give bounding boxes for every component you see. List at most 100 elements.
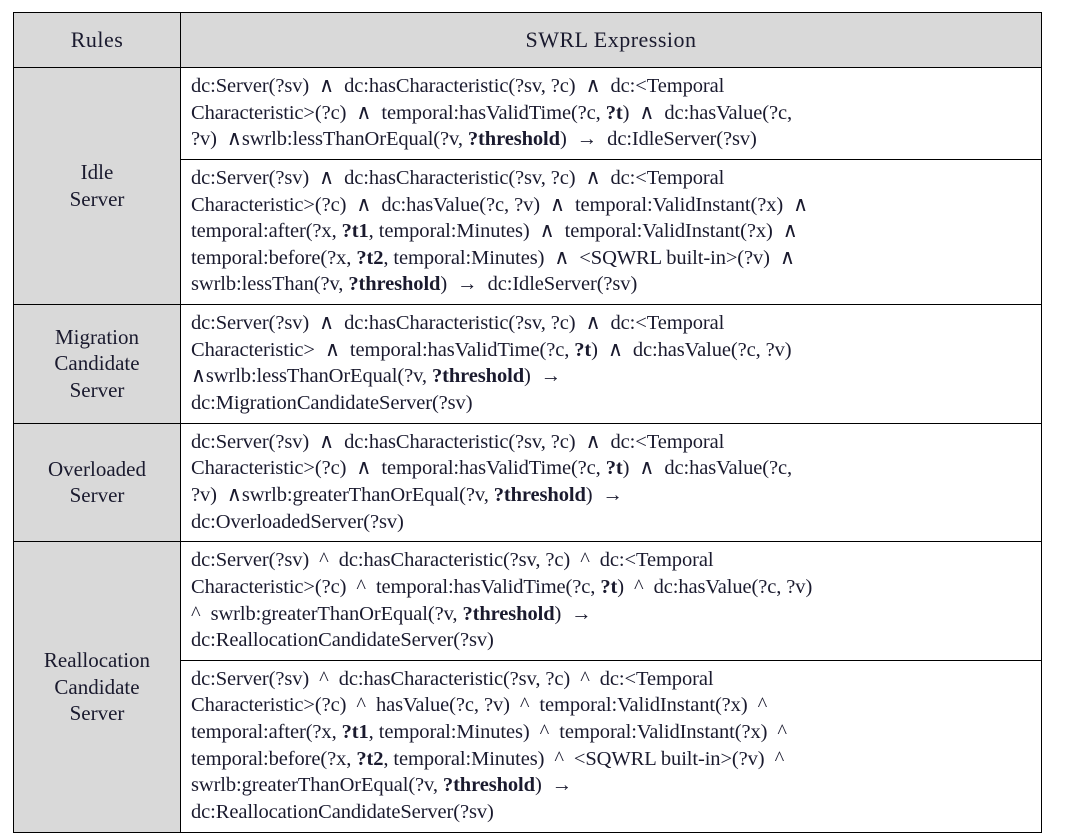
rule-name-cell: Reallocation Candidate Server: [13, 541, 181, 833]
swrl-expression-cell: dc:Server(?sv) ∧ dc:hasCharacteristic(?s…: [180, 67, 1042, 160]
expression-text: dc:Server(?sv) ∧ dc:hasCharacteristic(?s…: [191, 75, 725, 97]
rule-name-cell: Overloaded Server: [13, 422, 181, 543]
expression-text: ) →: [554, 602, 592, 625]
table-row: Idle Server dc:Server(?sv) ∧ dc:hasCharac…: [13, 66, 1042, 306]
expression-text: ?v) ∧swrlb:greaterThanOrEqual(?v,: [191, 483, 494, 506]
expression-text: Characteristic>(?c) ∧ temporal:hasValidT…: [191, 101, 606, 124]
expression-text: ) → dc:IdleServer(?sv): [440, 273, 638, 296]
table-row: Overloaded Server dc:Server(?sv) ∧ dc:has…: [13, 422, 1042, 543]
expression-text: ) → dc:IdleServer(?sv): [559, 128, 757, 151]
expression-text: Characteristic> ∧ temporal:hasValidTime(…: [191, 338, 575, 361]
rule-name-cell: Migration Candidate Server: [13, 304, 181, 424]
expression-text: , temporal:Minutes) ^ <SQWRL built-in>(?…: [383, 747, 785, 770]
expression-text: dc:Server(?sv) ∧ dc:hasCharacteristic(?s…: [191, 312, 725, 335]
expression-line: Characteristic> ∧ temporal:hasValidTime(…: [191, 337, 1033, 364]
table-body: Idle Server dc:Server(?sv) ∧ dc:hasCharac…: [13, 66, 1042, 833]
expression-text: dc:Server(?sv) ∧ dc:hasCharacteristic(?s…: [191, 430, 725, 453]
expression-line: Characteristic>(?c) ^ hasValue(?c, ?v) ^…: [191, 692, 1033, 719]
expression-line: dc:Server(?sv) ∧ dc:hasCharacteristic(?s…: [191, 429, 1033, 456]
expression-line: dc:ReallocationCandidateServer(?sv): [191, 799, 1033, 826]
table-head: Rules SWRL Expression: [13, 12, 1042, 68]
expression-line: dc:ReallocationCandidateServer(?sv): [191, 627, 1033, 654]
rule-name-cell: Idle Server: [13, 66, 181, 306]
expression-text: Characteristic>(?c) ∧ temporal:hasValidT…: [191, 457, 606, 480]
expression-text: Characteristic>(?c) ^ temporal:hasValidT…: [191, 575, 601, 598]
swrl-rules-table-container: Rules SWRL Expression Idle Server dc:Serv…: [13, 12, 1042, 833]
expression-text: ) ∧ dc:hasValue(?c,: [622, 101, 793, 124]
table-row: Reallocation Candidate Server dc:Server(?…: [13, 541, 1042, 833]
expression-text: dc:ReallocationCandidateServer(?sv): [191, 801, 494, 824]
expression-text: ^ swrlb:greaterThanOrEqual(?v,: [191, 602, 463, 625]
expression-text: dc:MigrationCandidateServer(?sv): [191, 392, 473, 415]
expression-line: Characteristic>(?c) ∧ temporal:hasValidT…: [191, 455, 1033, 482]
expression-text: , temporal:Minutes) ^ temporal:ValidInst…: [368, 721, 787, 744]
expression-variable: ?t: [605, 457, 623, 480]
column-header-rules: Rules: [13, 12, 181, 68]
expression-text: ) →: [534, 774, 573, 797]
expression-variable: ?threshold: [493, 483, 586, 506]
expression-line: dc:Server(?sv) ^ dc:hasCharacteristic(?s…: [191, 666, 1033, 693]
expression-line: ?v) ∧swrlb:lessThanOrEqual(?v, ?threshol…: [191, 126, 1033, 153]
expression-variable: ?threshold: [462, 602, 555, 625]
expression-text: temporal:before(?x,: [191, 747, 357, 770]
expression-text: temporal:after(?x,: [191, 721, 342, 744]
expression-line: dc:OverloadedServer(?sv): [191, 509, 1033, 536]
expression-variable: ?t2: [356, 747, 384, 770]
expression-variable: ?t1: [341, 721, 369, 744]
column-header-swrl-expression: SWRL Expression: [180, 12, 1042, 68]
expression-text: Characteristic>(?c) ^ hasValue(?c, ?v) ^…: [191, 694, 768, 717]
expression-line: ^ swrlb:greaterThanOrEqual(?v, ?threshol…: [191, 601, 1033, 628]
expression-text: ) ∧ dc:hasValue(?c, ?v): [591, 338, 792, 361]
expression-line: temporal:after(?x, ?t1, temporal:Minutes…: [191, 719, 1033, 746]
swrl-expression-cell: dc:Server(?sv) ∧ dc:hasCharacteristic(?s…: [180, 422, 1042, 543]
swrl-expression-cell: dc:Server(?sv) ∧ dc:hasCharacteristic(?s…: [180, 304, 1042, 424]
swrl-expression-cell: dc:Server(?sv) ^ dc:hasCharacteristic(?s…: [180, 659, 1042, 833]
expression-text: dc:Server(?sv) ∧ dc:hasCharacteristic(?s…: [191, 166, 725, 189]
table-row: Migration Candidate Server dc:Server(?sv)…: [13, 304, 1042, 424]
swrl-rules-table: Rules SWRL Expression Idle Server dc:Serv…: [13, 12, 1042, 833]
expression-line: swrlb:lessThan(?v, ?threshold) → dc:Idle…: [191, 271, 1033, 298]
expression-text: dc:Server(?sv) ^ dc:hasCharacteristic(?s…: [191, 667, 714, 690]
expression-line: temporal:before(?x, ?t2, temporal:Minute…: [191, 746, 1033, 773]
expression-text: dc:Server(?sv) ^ dc:hasCharacteristic(?s…: [191, 549, 714, 572]
expression-text: dc:OverloadedServer(?sv): [191, 510, 404, 533]
expression-line: swrlb:greaterThanOrEqual(?v, ?threshold)…: [191, 772, 1033, 799]
expression-text: temporal:after(?x,: [191, 220, 342, 243]
expression-variable: ?t: [605, 101, 623, 124]
expression-text: ?v) ∧swrlb:lessThanOrEqual(?v,: [191, 128, 468, 151]
expression-text: ) ∧ dc:hasValue(?c,: [622, 457, 793, 480]
expression-text: ) ^ dc:hasValue(?c, ?v): [617, 575, 813, 598]
expression-line: ?v) ∧swrlb:greaterThanOrEqual(?v, ?thres…: [191, 482, 1033, 509]
expression-variable: ?threshold: [467, 128, 560, 151]
expression-text: , temporal:Minutes) ∧ <SQWRL built-in>(?…: [383, 246, 795, 269]
expression-line: dc:Server(?sv) ∧ dc:hasCharacteristic(?s…: [191, 310, 1033, 337]
expression-text: swrlb:greaterThanOrEqual(?v,: [191, 774, 443, 797]
expression-line: ∧swrlb:lessThanOrEqual(?v, ?threshold) →: [191, 363, 1033, 390]
expression-line: dc:Server(?sv) ∧ dc:hasCharacteristic(?s…: [191, 73, 1033, 100]
expression-text: ) →: [524, 365, 562, 388]
expression-variable: ?t1: [341, 220, 369, 243]
expression-text: Characteristic>(?c) ∧ dc:hasValue(?c, ?v…: [191, 193, 809, 216]
expression-text: ) →: [585, 483, 623, 506]
expression-line: dc:Server(?sv) ∧ dc:hasCharacteristic(?s…: [191, 165, 1033, 192]
expression-line: dc:Server(?sv) ^ dc:hasCharacteristic(?s…: [191, 547, 1033, 574]
table-header-row: Rules SWRL Expression: [13, 12, 1042, 68]
expression-variable: ?threshold: [431, 365, 524, 388]
expression-text: , temporal:Minutes) ∧ temporal:ValidInst…: [368, 220, 798, 243]
expression-variable: ?t2: [356, 246, 384, 269]
expression-text: temporal:before(?x,: [191, 246, 357, 269]
expression-line: Characteristic>(?c) ∧ temporal:hasValidT…: [191, 100, 1033, 127]
expression-line: dc:MigrationCandidateServer(?sv): [191, 390, 1033, 417]
expression-line: temporal:before(?x, ?t2, temporal:Minute…: [191, 245, 1033, 272]
expression-text: ∧swrlb:lessThanOrEqual(?v,: [191, 365, 432, 388]
expression-variable: ?threshold: [442, 774, 535, 797]
expression-line: Characteristic>(?c) ^ temporal:hasValidT…: [191, 574, 1033, 601]
swrl-expression-cell: dc:Server(?sv) ^ dc:hasCharacteristic(?s…: [180, 541, 1042, 661]
expression-line: Characteristic>(?c) ∧ dc:hasValue(?c, ?v…: [191, 192, 1033, 219]
expression-line: temporal:after(?x, ?t1, temporal:Minutes…: [191, 218, 1033, 245]
expression-variable: ?threshold: [348, 273, 441, 296]
swrl-expression-cell: dc:Server(?sv) ∧ dc:hasCharacteristic(?s…: [180, 158, 1042, 306]
expression-text: dc:ReallocationCandidateServer(?sv): [191, 629, 494, 652]
expression-variable: ?t: [600, 575, 618, 598]
expression-text: swrlb:lessThan(?v,: [191, 273, 349, 296]
